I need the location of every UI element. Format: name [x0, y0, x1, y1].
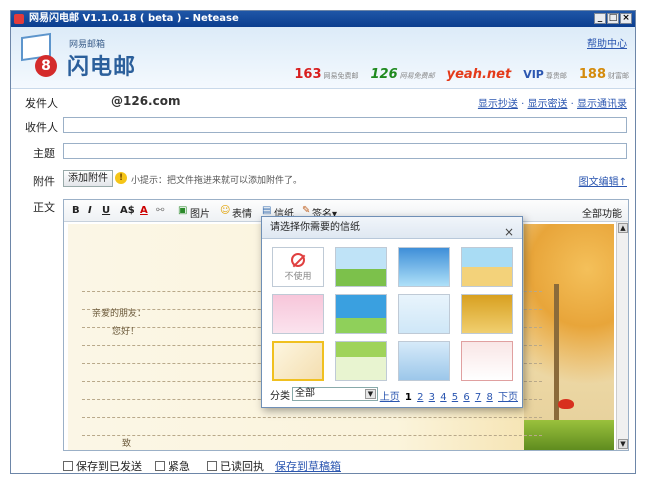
stationery-thumb[interactable]: [398, 294, 450, 334]
bird-illustration: [558, 399, 574, 409]
brand-yeah[interactable]: yeah.net: [447, 67, 512, 82]
stationery-thumb[interactable]: [335, 247, 387, 287]
all-functions-button[interactable]: 全部功能: [582, 205, 622, 220]
page-6[interactable]: 6: [463, 392, 469, 403]
rich-edit-link[interactable]: 图文编辑↑: [579, 173, 627, 188]
show-bcc-link[interactable]: 显示密送: [527, 99, 567, 110]
ban-icon: [291, 252, 305, 267]
subject-row: 主题: [11, 141, 635, 163]
attach-tip: 小提示：把文件拖进来就可以添加附件了。: [131, 176, 303, 186]
from-label: 发件人: [25, 97, 58, 110]
stationery-thumb[interactable]: [335, 294, 387, 334]
emoji-button[interactable]: 表情: [232, 205, 252, 220]
to-label: 收件人: [25, 121, 58, 134]
urgent-checkbox[interactable]: 紧急: [155, 458, 190, 473]
window-title: 网易闪电邮 V1.1.0.18 ( beta ) - Netease: [29, 13, 239, 24]
stationery-popup: 请选择你需要的信纸 × 不使用 分类 全部 ▼ 上页 1 2 3 4 5 6 7…: [261, 216, 523, 408]
brand-list: 163 网易免费邮 126 网易免费邮 yeah.net VIP 尊贵邮 188 财富邮: [294, 67, 629, 82]
to-input[interactable]: [63, 117, 627, 133]
scroll-down-icon[interactable]: ▼: [618, 439, 628, 449]
brand-163[interactable]: 163 网易免费邮: [294, 67, 358, 82]
add-attachment-button[interactable]: 添加附件: [63, 170, 113, 187]
prev-page-link[interactable]: 上页: [380, 392, 400, 403]
category-label: 分类: [270, 391, 290, 402]
minimize-button[interactable]: _: [594, 13, 606, 24]
stationery-icon[interactable]: ▤: [262, 205, 271, 216]
stationery-thumb[interactable]: [398, 341, 450, 381]
title-bar: 网易闪电邮 V1.1.0.18 ( beta ) - Netease _ □ ×: [11, 11, 635, 27]
brand-126[interactable]: 126 网易免费邮: [371, 67, 435, 82]
image-button[interactable]: 图片: [190, 205, 210, 220]
dropdown-arrow-icon[interactable]: ▼: [365, 389, 376, 399]
popup-footer: 分类 全部 ▼ 上页 1 2 3 4 5 6 7 8 下页: [270, 387, 518, 403]
pagination: 上页 1 2 3 4 5 6 7 8 下页: [378, 388, 518, 403]
show-cc-link[interactable]: 显示抄送: [478, 99, 518, 110]
tip-icon: !: [115, 172, 127, 184]
signature-icon[interactable]: ✎: [302, 205, 310, 216]
bold-button[interactable]: B: [72, 205, 80, 216]
maximize-button[interactable]: □: [607, 13, 619, 24]
category-value: 全部: [295, 388, 315, 399]
hello-text: 您好！: [112, 327, 140, 337]
page-2[interactable]: 2: [417, 392, 423, 403]
popup-header: 请选择你需要的信纸 ×: [262, 217, 522, 239]
from-links: 显示抄送 · 显示密送 · 显示通讯录: [477, 99, 627, 110]
help-center-link[interactable]: 帮助中心: [587, 35, 627, 50]
brand-188[interactable]: 188 财富邮: [579, 67, 629, 82]
page-1[interactable]: 1: [405, 392, 412, 403]
underline-button[interactable]: U: [102, 205, 110, 216]
subject-input[interactable]: [63, 143, 627, 159]
attach-row: 附件 添加附件 ! 小提示：把文件拖进来就可以添加附件了。 图文编辑↑: [11, 169, 635, 191]
stationery-thumb[interactable]: [461, 294, 513, 334]
greeting-text: 亲爱的朋友：: [92, 309, 147, 319]
app-window: 网易闪电邮 V1.1.0.18 ( beta ) - Netease _ □ ×…: [10, 10, 636, 474]
from-value[interactable]: @126.com: [111, 94, 180, 108]
category-select[interactable]: 全部 ▼: [292, 387, 378, 401]
font-size-button[interactable]: A$: [120, 205, 135, 216]
stationery-thumb[interactable]: [461, 341, 513, 381]
window-controls: _ □ ×: [594, 13, 632, 24]
close-icon[interactable]: ×: [504, 221, 514, 243]
stationery-thumb-selected[interactable]: [272, 341, 324, 381]
logo-title: 闪电邮: [67, 55, 137, 80]
logo-badge: 8: [35, 55, 57, 77]
link-icon[interactable]: ⚯: [156, 205, 164, 216]
brand-header: 8 网易邮箱 闪电邮 帮助中心 163 网易免费邮 126 网易免费邮 yeah.n…: [11, 27, 635, 89]
page-8[interactable]: 8: [486, 392, 492, 403]
image-icon[interactable]: ▣: [178, 205, 187, 216]
save-sent-checkbox[interactable]: 保存到已发送: [63, 458, 142, 473]
stationery-thumb[interactable]: [398, 247, 450, 287]
italic-button[interactable]: I: [88, 205, 92, 216]
scroll-up-icon[interactable]: ▲: [618, 223, 628, 233]
stationery-thumb[interactable]: [272, 294, 324, 334]
to-row: 收件人: [11, 115, 635, 137]
popup-title: 请选择你需要的信纸: [270, 222, 360, 233]
stationery-thumb[interactable]: [335, 341, 387, 381]
page-5[interactable]: 5: [452, 392, 458, 403]
subject-label: 主题: [33, 147, 55, 160]
stationery-none[interactable]: 不使用: [272, 247, 324, 287]
closing-text: 致: [122, 439, 132, 449]
options-footer: 保存到已发送 紧急 已读回执 保存到草稿箱: [11, 455, 635, 473]
font-color-button[interactable]: A: [140, 205, 148, 216]
body-label: 正文: [33, 201, 55, 214]
page-4[interactable]: 4: [440, 392, 446, 403]
page-7[interactable]: 7: [475, 392, 481, 403]
brand-vip[interactable]: VIP 尊贵邮: [523, 68, 567, 81]
attach-label: 附件: [33, 175, 55, 188]
no-use-label: 不使用: [284, 271, 312, 282]
read-receipt-checkbox[interactable]: 已读回执: [207, 458, 264, 473]
stationery-thumb[interactable]: [461, 247, 513, 287]
next-page-link[interactable]: 下页: [498, 392, 518, 403]
from-row: 发件人 @126.com 显示抄送 · 显示密送 · 显示通讯录: [11, 91, 635, 113]
editor-scrollbar[interactable]: ▲ ▼: [616, 222, 628, 450]
emoji-icon[interactable]: ☺: [220, 205, 230, 216]
close-button[interactable]: ×: [620, 13, 632, 24]
show-contacts-link[interactable]: 显示通讯录: [577, 99, 627, 110]
app-icon: [14, 14, 24, 24]
save-draft-link[interactable]: 保存到草稿箱: [275, 458, 341, 473]
stationery-grid: 不使用: [272, 247, 516, 381]
page-3[interactable]: 3: [429, 392, 435, 403]
